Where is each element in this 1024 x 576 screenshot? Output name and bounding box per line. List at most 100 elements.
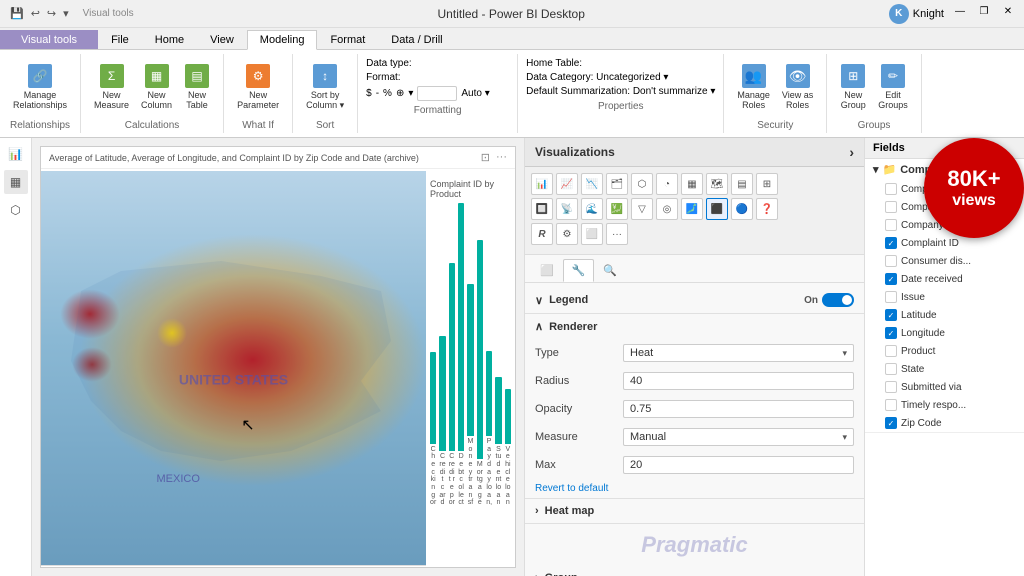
window-controls[interactable]: K Knight — ❐ ✕ (889, 4, 1016, 24)
new-measure-button[interactable]: Σ NewMeasure (89, 61, 134, 113)
more-icon[interactable]: ··· (496, 151, 507, 164)
revert-link[interactable]: Revert to default (525, 479, 864, 498)
format-symbols-row[interactable]: $ - % ⊕ ▾ Auto ▾ (366, 86, 490, 101)
auto-dropdown[interactable]: Auto ▾ (461, 88, 489, 99)
viz-custom2[interactable]: ⬜ (581, 223, 603, 245)
tab-format[interactable]: 🔧 (563, 259, 595, 282)
new-column-button[interactable]: ▦ NewColumn (136, 61, 177, 113)
tab-data-drill[interactable]: Data / Drill (378, 30, 455, 49)
viz-funnel[interactable]: ▽ (631, 198, 653, 220)
map-visualization[interactable]: UNITED STATES MEXICO ↖ bing Animate: 201… (41, 171, 426, 568)
field-checkbox[interactable] (885, 399, 897, 411)
new-group-button[interactable]: ⊞ NewGroup (835, 61, 871, 113)
panel-controls[interactable]: ⊡ ··· (481, 151, 507, 164)
bar[interactable] (505, 389, 511, 444)
bar[interactable] (458, 203, 464, 451)
model-view-icon[interactable]: ⬡ (4, 198, 28, 222)
manage-roles-button[interactable]: 👥 ManageRoles (732, 61, 775, 113)
field-item[interactable]: ✓Complaint ID (865, 234, 1024, 252)
viz-gauge[interactable]: ◎ (656, 198, 678, 220)
viz-arc-map[interactable]: ⬛ (706, 198, 728, 220)
bar[interactable] (430, 352, 436, 443)
field-checkbox[interactable]: ✓ (885, 237, 897, 249)
measure-value[interactable]: Manual ▾ (623, 428, 854, 446)
field-item[interactable]: ✓Zip Code (865, 414, 1024, 432)
field-checkbox[interactable] (885, 345, 897, 357)
focus-icon[interactable]: ⊡ (481, 151, 490, 164)
field-checkbox[interactable] (885, 219, 897, 231)
tab-file[interactable]: File (98, 30, 142, 49)
sort-by-column-button[interactable]: ↕ Sort byColumn ▾ (301, 61, 349, 114)
field-checkbox[interactable] (885, 381, 897, 393)
field-checkbox[interactable] (885, 363, 897, 375)
minimize-button[interactable]: — (952, 4, 968, 20)
collapse-icon[interactable]: › (849, 144, 854, 160)
viz-table[interactable]: ▤ (731, 173, 753, 195)
viz-r[interactable]: R (531, 223, 553, 245)
viz-slicer[interactable]: 🌊 (581, 198, 603, 220)
redo-icon[interactable]: ↪ (45, 5, 58, 22)
viz-treemap[interactable]: ▦ (681, 173, 703, 195)
manage-relationships-button[interactable]: 🔗 ManageRelationships (8, 61, 72, 113)
field-checkbox[interactable]: ✓ (885, 309, 897, 321)
tab-format[interactable]: Format (317, 30, 378, 49)
field-item[interactable]: Consumer dis... (865, 252, 1024, 270)
format-input[interactable] (417, 86, 457, 101)
currency-symbol[interactable]: $ (366, 88, 372, 99)
group-header[interactable]: › Group (525, 566, 864, 576)
save-icon[interactable]: 💾 (8, 5, 26, 22)
field-checkbox[interactable]: ✓ (885, 273, 897, 285)
toggle-track[interactable] (822, 293, 854, 307)
percent-symbol[interactable]: % (383, 88, 392, 99)
field-item[interactable]: Submitted via (865, 378, 1024, 396)
type-value[interactable]: Heat ▾ (623, 344, 854, 362)
viz-custom1[interactable]: ⚙ (556, 223, 578, 245)
quick-access-toolbar[interactable]: 💾 ↩ ↪ ▾ (8, 5, 71, 22)
view-as-roles-button[interactable]: 👁 View asRoles (777, 61, 818, 113)
viz-kpi[interactable]: 📡 (556, 198, 578, 220)
field-item[interactable]: ✓Date received (865, 270, 1024, 288)
heatmap-header[interactable]: › Heat map (525, 499, 864, 523)
maximize-button[interactable]: ❐ (976, 4, 992, 20)
viz-ribbon[interactable]: 🗂 (606, 173, 628, 195)
bar[interactable] (467, 284, 473, 436)
max-value[interactable]: 20 (623, 456, 854, 474)
field-checkbox[interactable] (885, 291, 897, 303)
viz-area[interactable]: 📉 (581, 173, 603, 195)
edit-groups-button[interactable]: ✏ EditGroups (873, 61, 913, 113)
field-checkbox[interactable] (885, 201, 897, 213)
viz-more[interactable]: ··· (606, 223, 628, 245)
viz-filled-map[interactable]: 🗾 (681, 198, 703, 220)
close-button[interactable]: ✕ (1000, 4, 1016, 20)
field-item[interactable]: ✓Latitude (865, 306, 1024, 324)
format-icon[interactable]: ⊕ (396, 88, 404, 99)
format-dropdown[interactable]: ▾ (408, 88, 413, 99)
tab-view[interactable]: View (197, 30, 247, 49)
viz-line[interactable]: 📈 (556, 173, 578, 195)
undo-icon[interactable]: ↩ (29, 5, 42, 22)
dropdown-icon[interactable]: ▾ (61, 5, 71, 22)
field-item[interactable]: State (865, 360, 1024, 378)
renderer-header[interactable]: ∧ Renderer (525, 314, 864, 339)
tab-home[interactable]: Home (142, 30, 197, 49)
minus-symbol[interactable]: - (376, 88, 379, 99)
viz-card[interactable]: 🔲 (531, 198, 553, 220)
tab-fields[interactable]: ⬜ (531, 259, 563, 282)
viz-matrix[interactable]: ⊞ (756, 173, 778, 195)
tab-visual-tools[interactable]: Visual tools (0, 30, 98, 49)
bar[interactable] (449, 263, 455, 451)
field-item[interactable]: Timely respo... (865, 396, 1024, 414)
field-checkbox[interactable] (885, 255, 897, 267)
viz-scatter[interactable]: ⬡ (631, 173, 653, 195)
tab-analytics[interactable]: 🔍 (594, 259, 626, 282)
viz-map[interactable]: 🗺 (706, 173, 728, 195)
legend-toggle[interactable]: On (804, 293, 854, 307)
viz-qna[interactable]: ❓ (756, 198, 778, 220)
new-table-button[interactable]: ▤ NewTable (179, 61, 215, 113)
new-parameter-button[interactable]: ⚙ NewParameter (232, 61, 284, 113)
bar[interactable] (495, 377, 501, 444)
opacity-value[interactable]: 0.75 (623, 400, 854, 418)
radius-value[interactable]: 40 (623, 372, 854, 390)
viz-decomp[interactable]: 🔵 (731, 198, 753, 220)
data-view-icon[interactable]: ▦ (4, 170, 28, 194)
